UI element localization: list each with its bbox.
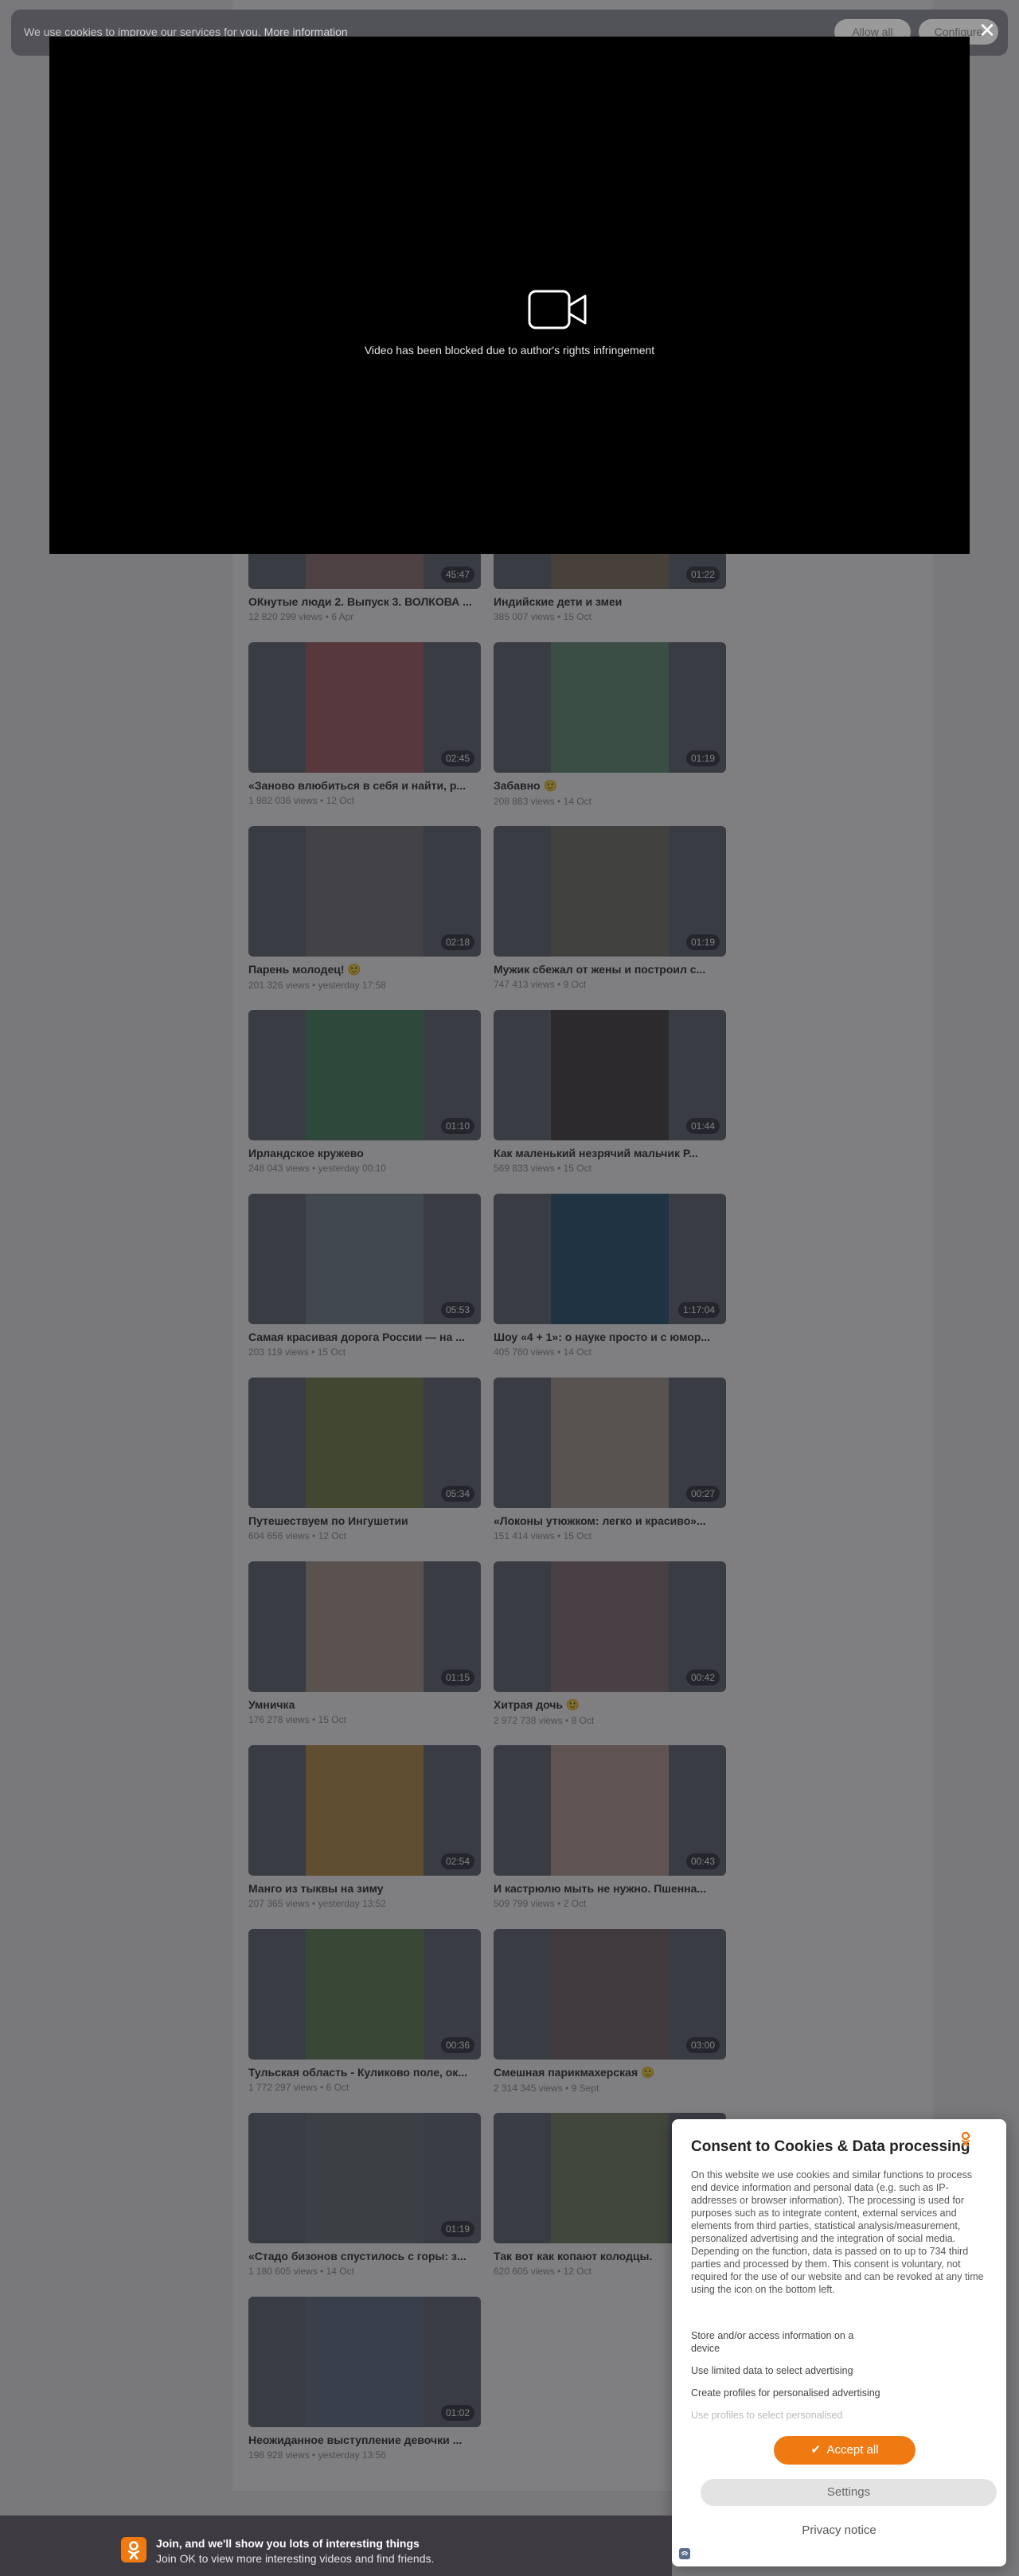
video-player[interactable]: Video has been blocked due to author's r… (49, 37, 970, 554)
consent-title: Consent to Cookies & Data processing (691, 2138, 970, 2155)
purpose-item: Create profiles for personalised adverti… (691, 2387, 880, 2399)
consent-purposes: Store and/or access information on a dev… (691, 2329, 882, 2431)
join-headline: Join, and we'll show you lots of interes… (156, 2537, 420, 2550)
join-subline: Join OK to view more interesting videos … (156, 2552, 435, 2565)
purpose-item: Store and/or access information on a dev… (691, 2330, 854, 2354)
consent-dialog: Consent to Cookies & Data processing On … (672, 2119, 1006, 2566)
close-icon[interactable]: ✕ (976, 19, 998, 41)
fingerprint-icon[interactable] (678, 2547, 691, 2560)
consent-description: On this website we use cookies and simil… (691, 2169, 984, 2295)
privacy-notice-link[interactable]: Privacy notice (672, 2523, 1006, 2537)
join-banner[interactable]: Join, and we'll show you lots of interes… (0, 2516, 672, 2576)
ok-logo-icon (121, 2537, 146, 2562)
purpose-item: Use limited data to select advertising (691, 2365, 853, 2376)
checkmark-icon: ✔ (810, 2443, 821, 2457)
purpose-item: Use profiles to select personalised (691, 2410, 843, 2421)
accept-all-button[interactable]: ✔ Accept all (774, 2436, 916, 2465)
video-camera-icon (528, 290, 587, 329)
settings-button[interactable]: Settings (701, 2479, 997, 2506)
accept-all-label: Accept all (826, 2443, 879, 2457)
blocked-message: Video has been blocked due to author's r… (364, 344, 655, 357)
ok-logo-icon (961, 2132, 970, 2146)
